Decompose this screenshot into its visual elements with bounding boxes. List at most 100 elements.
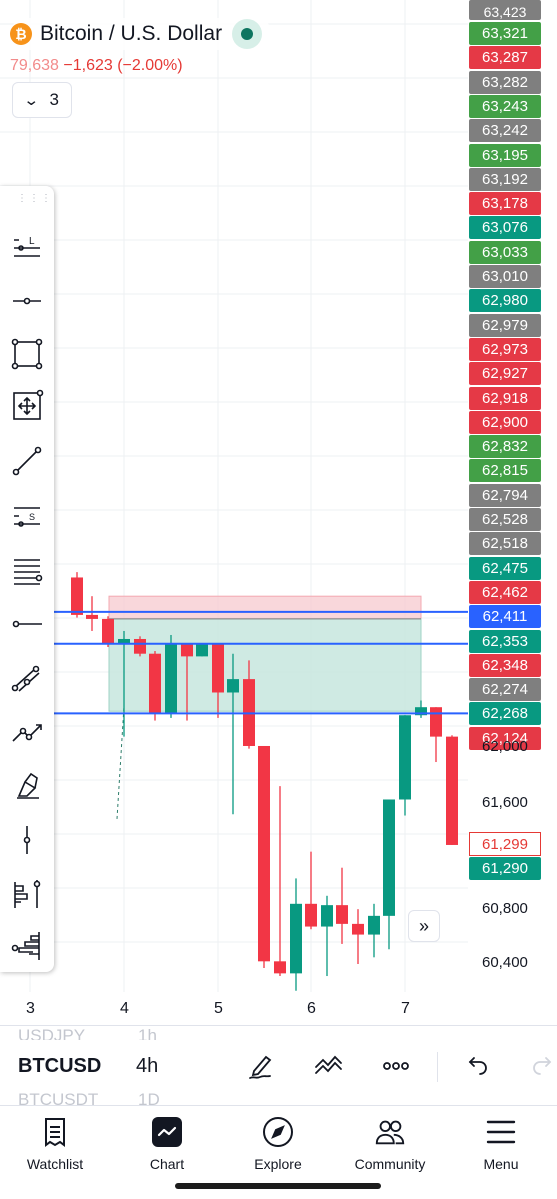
- horizontal-line-icon: [12, 620, 42, 628]
- tab-explore[interactable]: Explore: [223, 1110, 333, 1180]
- price-label: 63,282: [469, 70, 541, 94]
- time-axis-tick: 6: [307, 1000, 316, 1017]
- vertical-line-tool[interactable]: [7, 820, 47, 860]
- price-label: 63,192: [469, 167, 541, 191]
- price-label-partial: 63,423: [469, 0, 541, 20]
- rectangle-icon: [11, 338, 43, 370]
- chart-area[interactable]: ₿ Bitcoin / U.S. Dollar 79,638 −1,623 (−…: [0, 0, 557, 1017]
- projection-line: [116, 706, 125, 819]
- candle-up: [368, 915, 380, 935]
- drag-handle-icon[interactable]: ⋮⋮⋮: [17, 194, 53, 204]
- path-icon: [12, 724, 42, 742]
- tab-watchlist[interactable]: Watchlist: [0, 1110, 110, 1180]
- price-label: 62,274: [469, 678, 541, 702]
- tab-label: Explore: [254, 1156, 302, 1172]
- more-dots-icon: [383, 1062, 409, 1070]
- next-symbol[interactable]: BTCUSDT: [18, 1090, 98, 1106]
- price-label: 62,979: [469, 313, 541, 337]
- price-label: 63,321: [469, 22, 541, 45]
- last-price-partial: 79,638: [10, 57, 59, 74]
- vertical-line-icon: [23, 826, 31, 854]
- fib-tool[interactable]: [7, 874, 47, 914]
- move-tool[interactable]: [7, 386, 47, 426]
- brush-tool[interactable]: [7, 766, 47, 806]
- prev-symbol[interactable]: USDJPY: [18, 1026, 85, 1040]
- redo-button[interactable]: [524, 1048, 557, 1084]
- symbol-header[interactable]: ₿ Bitcoin / U.S. Dollar: [10, 18, 273, 50]
- price-label: 63,010: [469, 265, 541, 288]
- volume-profile-tool[interactable]: [7, 926, 47, 966]
- move-icon: [13, 389, 44, 420]
- stop-loss-zone: [108, 595, 422, 620]
- tab-chart[interactable]: Chart: [112, 1110, 222, 1180]
- indicator-count: 3: [49, 90, 60, 109]
- price-label: 63,178: [469, 192, 541, 216]
- pitchfork-icon: [14, 559, 43, 585]
- community-icon: [375, 1120, 405, 1145]
- candle-down: [102, 618, 114, 643]
- prev-timeframe[interactable]: 1h: [138, 1026, 157, 1040]
- current-price-label: 61,290: [469, 857, 541, 880]
- rectangle-tool[interactable]: [7, 334, 47, 374]
- brush-icon: [17, 772, 39, 799]
- drawing-toolbar: ⋮⋮⋮ L S: [0, 186, 54, 972]
- price-label: 63,195: [469, 143, 541, 167]
- undo-button[interactable]: [456, 1048, 496, 1084]
- horizontal-line-label-tool[interactable]: L: [7, 226, 47, 266]
- candle-up: [399, 715, 411, 800]
- tab-community[interactable]: Community: [335, 1110, 445, 1180]
- trend-line-tool[interactable]: [7, 441, 47, 481]
- candle-down: [134, 638, 146, 654]
- timeframe-selector[interactable]: 4h: [136, 1055, 158, 1078]
- pitchfork-tool[interactable]: [7, 550, 47, 590]
- price-axis-tick: 60,400: [482, 954, 528, 971]
- price-label: 63,287: [469, 46, 541, 70]
- candle-down: [86, 614, 98, 619]
- price-axis-tick: 62,000: [482, 738, 528, 755]
- indicators-collapse-button[interactable]: ⌄ 3: [12, 82, 72, 118]
- next-timeframe[interactable]: 1D: [138, 1090, 160, 1106]
- more-button[interactable]: [376, 1048, 416, 1084]
- symbol-panel: USDJPY 1h BTCUSD 4h BTCUSDT 1D: [0, 1025, 557, 1106]
- tab-label: Community: [354, 1156, 426, 1172]
- indicators-icon: [315, 1055, 342, 1074]
- tab-label: Chart: [149, 1156, 185, 1172]
- path-tool[interactable]: [7, 713, 47, 753]
- horizontal-line-s-tool[interactable]: S: [7, 496, 47, 536]
- price-label: 63,076: [469, 216, 541, 240]
- scroll-to-realtime-button[interactable]: »: [408, 910, 440, 942]
- price-label: 62,268: [469, 702, 541, 726]
- symbol-title[interactable]: Bitcoin / U.S. Dollar: [40, 22, 222, 46]
- watchlist-icon: [45, 1118, 65, 1147]
- candle-up: [196, 644, 208, 657]
- candle-down: [258, 745, 270, 962]
- candle-down: [181, 644, 193, 657]
- horizontal-ray-tool[interactable]: [7, 281, 47, 321]
- candle-up: [321, 905, 333, 927]
- chevron-down-icon: ⌄: [23, 92, 40, 109]
- price-label: 62,918: [469, 386, 541, 410]
- time-axis-tick: 3: [26, 1000, 35, 1017]
- market-status-icon[interactable]: [232, 19, 263, 49]
- undo-icon: [468, 1057, 487, 1075]
- price-label: 62,927: [469, 362, 541, 386]
- tab-menu[interactable]: Menu: [446, 1110, 556, 1180]
- price-axis-tick: 61,600: [482, 794, 528, 811]
- price-label: 62,815: [469, 459, 541, 483]
- draw-button[interactable]: [241, 1048, 281, 1084]
- tab-label: Menu: [483, 1156, 519, 1172]
- svg-text:S: S: [29, 512, 35, 522]
- price-change-value: −1,623 (−2.00%): [63, 57, 183, 74]
- price-label: 62,353: [469, 629, 541, 653]
- indicators-button[interactable]: [309, 1048, 349, 1084]
- candle-up: [227, 679, 239, 693]
- candle-down: [336, 905, 348, 924]
- horizontal-line-tool[interactable]: [7, 604, 47, 644]
- price-label: 62,900: [469, 410, 541, 434]
- price-label: 63,242: [469, 119, 541, 143]
- symbol-selector[interactable]: BTCUSD: [18, 1055, 101, 1078]
- time-axis-tick: 4: [120, 1000, 129, 1017]
- candle-up: [383, 799, 395, 916]
- parallel-channel-tool[interactable]: [7, 659, 47, 699]
- last-price-label: 61,299: [469, 832, 541, 856]
